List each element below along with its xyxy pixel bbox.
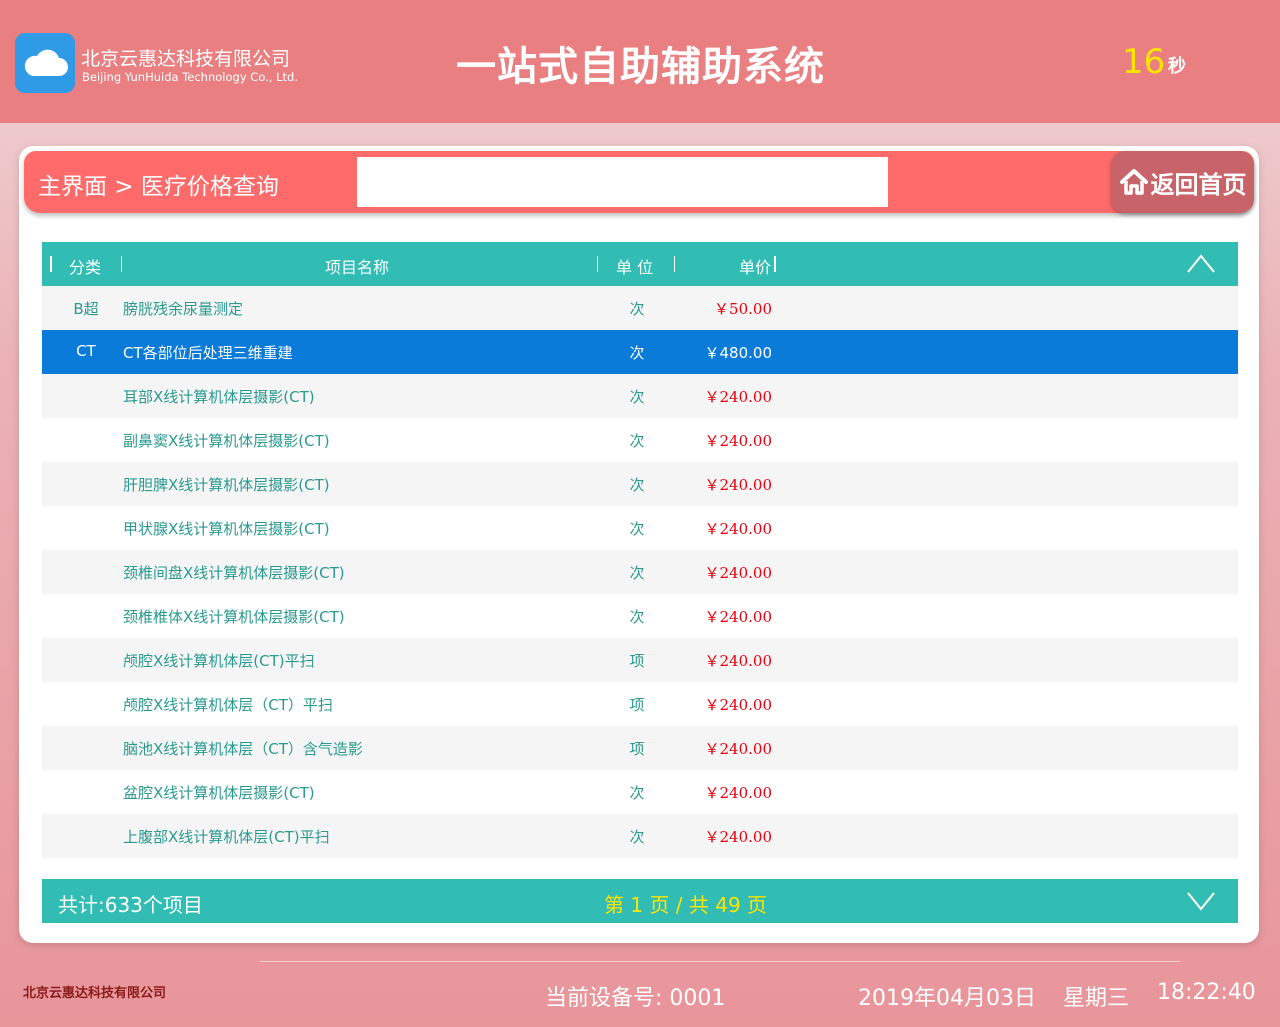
row-name: 膀胱残余尿量测定 — [123, 300, 244, 318]
row-unit: 次 — [629, 520, 645, 538]
table-row[interactable]: 上腹部X线计算机体层(CT)平扫 次 ￥240.00 — [42, 814, 1238, 858]
row-name: 上腹部X线计算机体层(CT)平扫 — [123, 828, 330, 846]
column-divider — [774, 256, 776, 272]
row-price: ￥240.00 — [704, 388, 773, 406]
table-footer: 共计:633个项目 第 1 页 / 共 49 页 — [42, 879, 1238, 923]
column-divider — [597, 256, 598, 272]
chevron-up-icon[interactable] — [1186, 250, 1216, 280]
table-row[interactable]: 颈椎椎体X线计算机体层摄影(CT) 次 ￥240.00 — [42, 594, 1238, 638]
breadcrumb: 主界面 > 医疗价格查询 — [38, 174, 279, 200]
company-name-cn: 北京云惠达科技有限公司 — [81, 48, 291, 70]
search-input[interactable] — [357, 157, 888, 207]
column-divider — [50, 256, 52, 272]
row-name: 颈椎间盘X线计算机体层摄影(CT) — [123, 564, 345, 582]
current-weekday: 星期三 — [1063, 986, 1130, 1011]
table-row[interactable]: 耳部X线计算机体层摄影(CT) 次 ￥240.00 — [42, 374, 1238, 418]
cloud-logo-icon — [15, 33, 75, 93]
row-price: ￥50.00 — [714, 300, 772, 318]
table-row[interactable]: 颅腔X线计算机体层(CT)平扫 项 ￥240.00 — [42, 638, 1238, 682]
row-name: 颈椎椎体X线计算机体层摄影(CT) — [123, 608, 345, 626]
row-unit: 次 — [629, 344, 645, 362]
row-unit: 项 — [629, 652, 645, 670]
row-unit: 次 — [629, 300, 645, 318]
row-category: B超 — [73, 300, 99, 318]
row-price: ￥240.00 — [704, 696, 773, 714]
table-row[interactable]: 甲状腺X线计算机体层摄影(CT) 次 ￥240.00 — [42, 506, 1238, 550]
row-name: CT各部位后处理三维重建 — [123, 344, 293, 362]
app-header: 北京云惠达科技有限公司 Beijing YunHuida Technology … — [0, 0, 1280, 123]
table-row[interactable]: 脑池X线计算机体层（CT）含气造影 项 ￥240.00 — [42, 726, 1238, 770]
table-row[interactable]: 颅腔X线计算机体层（CT）平扫 项 ￥240.00 — [42, 682, 1238, 726]
row-unit: 次 — [629, 388, 645, 406]
device-number: 当前设备号: 0001 — [545, 986, 726, 1011]
row-unit: 次 — [629, 476, 645, 494]
header-unit: 单 位 — [616, 258, 654, 277]
header-name: 项目名称 — [325, 258, 390, 277]
table-header: 分类 项目名称 单 位 单价 — [42, 242, 1238, 286]
home-icon — [1119, 169, 1148, 195]
row-price: ￥240.00 — [704, 520, 773, 538]
row-category: CT — [76, 342, 96, 360]
current-date: 2019年04月03日 — [858, 986, 1036, 1011]
table-row[interactable]: 盆腔X线计算机体层摄影(CT) 次 ￥240.00 — [42, 770, 1238, 814]
row-price: ￥480.00 — [704, 344, 773, 362]
header-category: 分类 — [69, 258, 102, 277]
countdown-timer: 16 — [1122, 42, 1166, 82]
row-unit: 项 — [629, 740, 645, 758]
column-divider — [674, 256, 675, 272]
home-button-label: 返回首页 — [1150, 170, 1247, 199]
divider — [260, 961, 1180, 962]
home-button[interactable]: 返回首页 — [1111, 151, 1254, 213]
row-name: 耳部X线计算机体层摄影(CT) — [123, 388, 315, 406]
row-price: ￥240.00 — [704, 652, 773, 670]
row-price: ￥240.00 — [704, 564, 773, 582]
table-row-selected[interactable]: CT CT各部位后处理三维重建 次 ￥480.00 — [42, 330, 1238, 374]
table-row[interactable]: B超 膀胱残余尿量测定 次 ￥50.00 — [42, 286, 1238, 330]
row-unit: 次 — [629, 432, 645, 450]
row-price: ￥240.00 — [704, 608, 773, 626]
row-name: 盆腔X线计算机体层摄影(CT) — [123, 784, 315, 802]
page-indicator: 第 1 页 / 共 49 页 — [604, 893, 768, 917]
row-unit: 次 — [629, 608, 645, 626]
row-price: ￥240.00 — [704, 740, 773, 758]
row-unit: 项 — [629, 696, 645, 714]
company-name-en: Beijing YunHuida Technology Co., Ltd. — [82, 70, 298, 84]
table-row[interactable]: 副鼻窦X线计算机体层摄影(CT) 次 ￥240.00 — [42, 418, 1238, 462]
table-row[interactable]: 肝胆脾X线计算机体层摄影(CT) 次 ￥240.00 — [42, 462, 1238, 506]
column-divider — [121, 256, 122, 272]
row-unit: 次 — [629, 784, 645, 802]
row-unit: 次 — [629, 828, 645, 846]
row-unit: 次 — [629, 564, 645, 582]
app-title: 一站式自助辅助系统 — [456, 44, 825, 90]
countdown-unit: 秒 — [1168, 56, 1186, 77]
row-price: ￥240.00 — [704, 828, 773, 846]
row-name: 颅腔X线计算机体层(CT)平扫 — [123, 652, 315, 670]
current-time: 18:22:40 — [1157, 980, 1256, 1005]
main-panel: 主界面 > 医疗价格查询 返回首页 分类 项目名称 单 位 单价 B超 膀胱残余… — [19, 146, 1259, 943]
nav-bar: 主界面 > 医疗价格查询 返回首页 — [24, 151, 1254, 213]
table-row[interactable]: 颈椎间盘X线计算机体层摄影(CT) 次 ￥240.00 — [42, 550, 1238, 594]
price-table-body: B超 膀胱残余尿量测定 次 ￥50.00 CT CT各部位后处理三维重建 次 ￥… — [42, 286, 1238, 858]
total-count: 共计:633个项目 — [58, 893, 203, 917]
row-name: 颅腔X线计算机体层（CT）平扫 — [123, 696, 333, 714]
footer-company: 北京云惠达科技有限公司 — [23, 986, 167, 1001]
row-name: 副鼻窦X线计算机体层摄影(CT) — [123, 432, 330, 450]
row-name: 脑池X线计算机体层（CT）含气造影 — [123, 740, 363, 758]
row-price: ￥240.00 — [704, 784, 773, 802]
chevron-down-icon[interactable] — [1186, 889, 1216, 919]
header-price: 单价 — [739, 258, 772, 277]
row-price: ￥240.00 — [704, 476, 773, 494]
row-price: ￥240.00 — [704, 432, 773, 450]
row-name: 甲状腺X线计算机体层摄影(CT) — [123, 520, 330, 538]
row-name: 肝胆脾X线计算机体层摄影(CT) — [123, 476, 330, 494]
